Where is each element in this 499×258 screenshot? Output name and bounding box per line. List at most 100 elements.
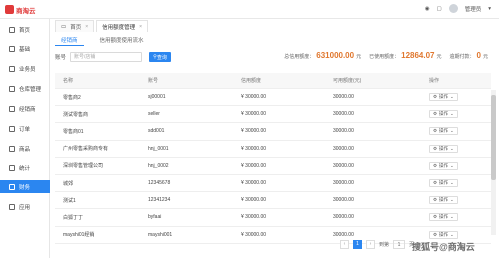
goto-page-input[interactable]: 1	[393, 239, 406, 249]
cell-name: mayshi01经销	[63, 232, 95, 239]
pagination: ‹ 1 › 到第 1 页	[340, 239, 414, 249]
top-bar: 商淘云 ◉ ▢ 管理员 ▾	[0, 0, 499, 19]
close-icon[interactable]: ×	[85, 24, 88, 30]
overdue-label: 逾期付款：	[449, 54, 475, 60]
action-dropdown-button[interactable]: ⚙ 操作 ⌄	[429, 110, 458, 119]
cell-available: 30000.00	[333, 180, 354, 187]
sidebar-item-order[interactable]: 订单	[0, 122, 50, 135]
cell-available: 30000.00	[333, 128, 354, 135]
cell-credit: ¥ 30000.00	[241, 231, 267, 238]
scrollbar-thumb[interactable]	[491, 95, 496, 180]
gear-icon	[9, 45, 15, 52]
account-search-input[interactable]: 账号/店铺	[70, 52, 143, 62]
chevron-down-icon: ⌄	[450, 197, 454, 203]
used-credit-label: 已使用额度：	[369, 54, 400, 60]
chevron-down-icon: ⌄	[450, 128, 454, 134]
cell-name: 白狐丁丁	[63, 214, 84, 221]
sidebar-item-goods[interactable]: 商品	[0, 142, 50, 155]
used-credit-value: 12864.07	[401, 51, 435, 60]
subtab-dealer[interactable]: 经销商	[55, 36, 84, 46]
header-action: 操作	[429, 78, 440, 84]
cell-available: 30000.00	[333, 162, 354, 169]
action-dropdown-button[interactable]: ⚙ 操作 ⌄	[429, 196, 458, 205]
chevron-down-icon: ⌄	[450, 162, 454, 168]
prev-page-button[interactable]: ‹	[340, 239, 349, 249]
table-row: 广州零售采购商专有 hnj_0001 ¥ 30000.00 30000.00 ⚙ 操作 ⌄	[55, 141, 491, 158]
action-dropdown-button[interactable]: ⚙ 操作 ⌄	[429, 230, 458, 239]
action-dropdown-button[interactable]: ⚙ 操作 ⌄	[429, 179, 458, 188]
tab-home[interactable]: ▭ 首页 ×	[55, 20, 95, 32]
tab-credit-management[interactable]: 信用额度管理 ×	[96, 20, 149, 32]
gear-icon: ⚙	[433, 180, 438, 186]
page-tabs: ▭ 首页 × 信用额度管理 ×	[55, 20, 149, 32]
cell-available: 30000.00	[333, 111, 354, 118]
header-available: 可用额度(元)	[333, 78, 362, 84]
cell-action: ⚙ 操作 ⌄	[429, 230, 491, 239]
avatar[interactable]	[448, 4, 458, 13]
sidebar-item-basic[interactable]: 基础	[0, 42, 50, 55]
table-row: 白狐丁丁 byfaai ¥ 30000.00 30000.00 ⚙ 操作 ⌄	[55, 209, 491, 227]
cell-action: ⚙ 操作 ⌄	[429, 179, 491, 188]
goto-label: 到第	[379, 241, 390, 248]
chevron-down-icon[interactable]: ▾	[488, 6, 491, 12]
cell-name: 零售商2	[63, 94, 81, 101]
action-dropdown-button[interactable]: ⚙ 操作 ⌄	[429, 161, 458, 170]
gear-icon: ⚙	[433, 197, 438, 203]
action-dropdown-button[interactable]: ⚙ 操作 ⌄	[429, 213, 458, 222]
header-credit: 信用额度	[241, 78, 262, 84]
total-credit-value: 631000.00	[316, 51, 355, 60]
dealer-table: 名称 账号 信用额度 可用额度(元) 操作 零售商2 sj00001 ¥ 30000…	[55, 73, 491, 244]
cell-action: ⚙ 操作 ⌄	[429, 110, 491, 119]
sidebar-item-finance[interactable]: 财务	[0, 180, 50, 193]
chevron-down-icon: ⌄	[450, 180, 454, 186]
notification-icon[interactable]: ▢	[437, 6, 442, 12]
header-account: 账号	[148, 78, 159, 84]
table-row: 城郊 12345678 ¥ 30000.00 30000.00 ⚙ 操作 ⌄	[55, 175, 491, 193]
action-dropdown-button[interactable]: ⚙ 操作 ⌄	[429, 93, 458, 102]
cell-available: 30000.00	[333, 197, 354, 204]
table-row: 深圳零售管理公司 hnj_0002 ¥ 30000.00 30000.00 ⚙ 操作 ⌄	[55, 158, 491, 175]
sidebar-item-apps[interactable]: 应用	[0, 200, 50, 213]
header-name: 名称	[63, 78, 74, 84]
apps-icon	[9, 203, 15, 210]
cell-credit: ¥ 30000.00	[241, 214, 267, 221]
cell-credit: ¥ 30000.00	[241, 94, 267, 101]
gear-icon: ⚙	[433, 111, 438, 117]
action-dropdown-button[interactable]: ⚙ 操作 ⌄	[429, 144, 458, 153]
cell-name: 零售商01	[63, 128, 84, 135]
eye-icon[interactable]: ◉	[425, 6, 430, 12]
gear-icon: ⚙	[433, 162, 438, 168]
logo-mark-icon	[5, 5, 14, 14]
cell-credit: ¥ 30000.00	[241, 197, 267, 204]
close-icon[interactable]: ×	[139, 24, 142, 30]
query-button[interactable]: ⚲ 查询	[149, 52, 172, 62]
dealer-icon	[9, 105, 15, 112]
chevron-down-icon: ⌄	[450, 145, 454, 151]
cell-credit: ¥ 30000.00	[241, 111, 267, 118]
table-row: 零售商2 sj00001 ¥ 30000.00 30000.00 ⚙ 操作 ⌄	[55, 89, 491, 107]
sidebar-item-salesman[interactable]: 业务员	[0, 62, 50, 75]
logo[interactable]: 商淘云	[5, 3, 36, 16]
sidebar-item-warehouse[interactable]: 仓库管理	[0, 82, 50, 95]
user-icon	[9, 65, 15, 72]
sidebar-item-dealer[interactable]: 经销商	[0, 102, 50, 115]
cell-account: mayshi001	[148, 231, 173, 238]
monitor-icon: ▭	[61, 23, 67, 30]
cell-action: ⚙ 操作 ⌄	[429, 213, 491, 222]
cell-account: 12345678	[148, 180, 171, 187]
subtab-credit-flow[interactable]: 信用额度使用流水	[94, 36, 150, 46]
watermark: 搜狐号@商淘云	[412, 242, 475, 252]
action-dropdown-button[interactable]: ⚙ 操作 ⌄	[429, 127, 458, 136]
logo-text: 商淘云	[16, 7, 36, 15]
user-name[interactable]: 管理员	[465, 5, 482, 13]
cell-action: ⚙ 操作 ⌄	[429, 127, 491, 136]
sub-tabs: 经销商 信用额度使用流水	[55, 36, 150, 46]
next-page-button[interactable]: ›	[366, 239, 375, 249]
cell-credit: ¥ 30000.00	[241, 162, 267, 169]
gear-icon: ⚙	[433, 214, 438, 220]
monitor-icon	[9, 26, 15, 33]
cart-icon	[9, 125, 15, 132]
sidebar-item-home[interactable]: 首页	[0, 23, 50, 36]
page-number-current[interactable]: 1	[353, 239, 362, 249]
sidebar-item-stats[interactable]: 统计	[0, 161, 50, 174]
